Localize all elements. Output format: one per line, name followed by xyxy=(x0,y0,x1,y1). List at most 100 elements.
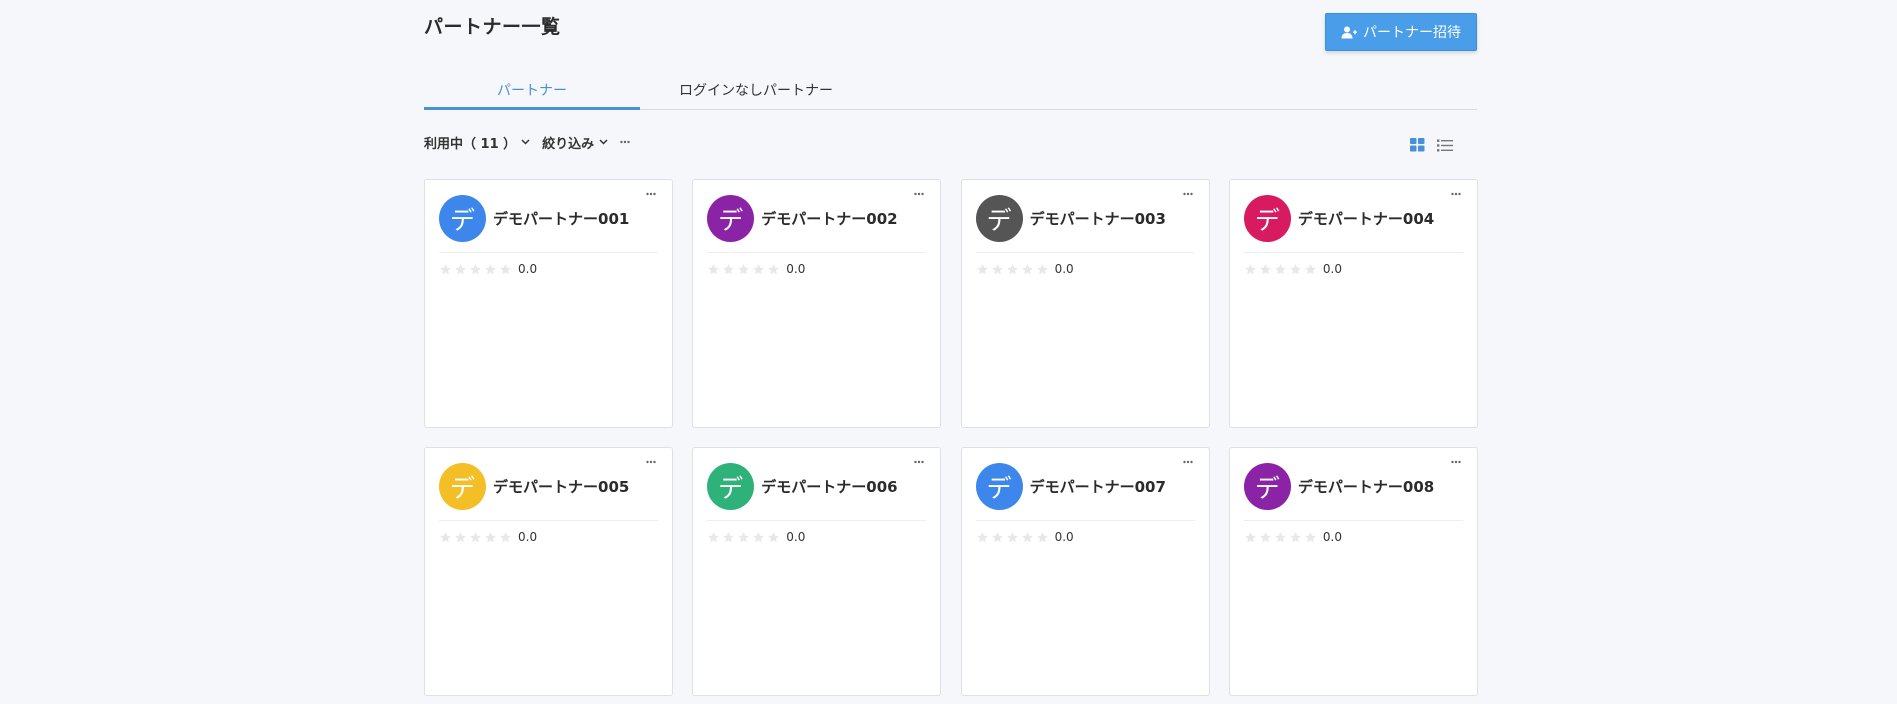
star-icon xyxy=(1021,531,1034,544)
partner-name[interactable]: デモパートナー001 xyxy=(493,208,629,229)
star-icon xyxy=(1006,263,1019,276)
avatar: デ xyxy=(1243,463,1291,510)
partner-name[interactable]: デモパートナー005 xyxy=(493,476,629,497)
invite-partner-button[interactable]: パートナー招待 xyxy=(1325,13,1477,51)
avatar: デ xyxy=(1243,195,1291,242)
filter-more-button[interactable] xyxy=(620,140,630,144)
star-icon xyxy=(454,263,467,276)
star-icon xyxy=(1244,263,1257,276)
avatar: デ xyxy=(707,195,755,242)
star-icon xyxy=(976,263,989,276)
star-icon xyxy=(976,531,989,544)
partner-name[interactable]: デモパートナー007 xyxy=(1030,476,1166,497)
status-filter-label: 利用中（ 11 ） xyxy=(424,136,517,152)
rating-value: 0.0 xyxy=(518,530,538,544)
star-icon xyxy=(722,531,735,544)
rating: 0.0 xyxy=(1244,262,1342,276)
rating-value: 0.0 xyxy=(518,262,538,276)
star-icon xyxy=(454,531,467,544)
partner-card[interactable]: デ デモパートナー002 0.0 xyxy=(692,179,942,428)
star-icon xyxy=(1036,531,1049,544)
partner-card-grid: デ デモパートナー001 0.0 デ デモパートナー002 0.0 デ デモパー… xyxy=(424,179,1478,696)
rating-value: 0.0 xyxy=(786,530,806,544)
star-icon xyxy=(737,263,750,276)
partner-card[interactable]: デ デモパートナー004 0.0 xyxy=(1228,179,1478,428)
star-icon xyxy=(439,263,452,276)
star-icon xyxy=(484,263,497,276)
card-divider xyxy=(975,520,1195,521)
star-icon xyxy=(752,263,765,276)
partner-name[interactable]: デモパートナー004 xyxy=(1298,208,1434,229)
card-divider xyxy=(439,520,658,521)
partner-card[interactable]: デ デモパートナー003 0.0 xyxy=(960,179,1210,428)
card-menu-button[interactable] xyxy=(1182,460,1193,464)
invite-partner-label: パートナー招待 xyxy=(1363,25,1461,41)
rating-value: 0.0 xyxy=(1054,530,1074,544)
list-view-icon[interactable] xyxy=(1437,139,1453,152)
partner-card[interactable]: デ デモパートナー008 0.0 xyxy=(1228,447,1478,696)
view-toggle xyxy=(1398,138,1453,152)
star-icon xyxy=(1006,531,1019,544)
star-icon xyxy=(499,531,512,544)
star-icon xyxy=(1274,263,1287,276)
rating: 0.0 xyxy=(976,530,1074,544)
card-divider xyxy=(439,252,658,253)
refine-filter-label: 絞り込み xyxy=(542,136,595,152)
partner-name[interactable]: デモパートナー008 xyxy=(1298,476,1434,497)
star-icon xyxy=(991,263,1004,276)
rating: 0.0 xyxy=(439,262,537,276)
star-icon xyxy=(1036,263,1049,276)
grid-view-icon[interactable] xyxy=(1410,138,1425,152)
partner-card[interactable]: デ デモパートナー006 0.0 xyxy=(692,447,942,696)
rating: 0.0 xyxy=(707,530,805,544)
card-menu-button[interactable] xyxy=(646,460,656,464)
partner-name[interactable]: デモパートナー002 xyxy=(761,208,897,229)
card-menu-button[interactable] xyxy=(914,460,924,464)
rating-value: 0.0 xyxy=(1322,530,1342,544)
star-rating xyxy=(976,263,1051,276)
star-icon xyxy=(469,263,482,276)
filter-bar: 利用中（ 11 ） 絞り込み xyxy=(424,131,630,153)
star-icon xyxy=(752,531,765,544)
star-icon xyxy=(1259,263,1272,276)
partner-card[interactable]: デ デモパートナー001 0.0 xyxy=(424,179,673,428)
rating: 0.0 xyxy=(439,530,537,544)
avatar: デ xyxy=(975,463,1023,510)
star-rating xyxy=(707,263,782,276)
refine-filter-dropdown[interactable]: 絞り込み xyxy=(542,133,608,152)
rating-value: 0.0 xyxy=(1054,262,1074,276)
tab-bar: パートナー ログインなしパートナー xyxy=(424,72,1477,110)
star-rating xyxy=(439,263,514,276)
star-icon xyxy=(1289,263,1302,276)
status-filter-dropdown[interactable]: 利用中（ 11 ） xyxy=(424,133,530,152)
tab-no-login-partners[interactable]: ログインなしパートナー xyxy=(648,72,864,108)
star-icon xyxy=(1304,531,1317,544)
star-rating xyxy=(1244,263,1319,276)
star-icon xyxy=(439,531,452,544)
partner-name[interactable]: デモパートナー003 xyxy=(1030,208,1166,229)
partner-name[interactable]: デモパートナー006 xyxy=(761,476,897,497)
card-menu-button[interactable] xyxy=(1451,460,1461,464)
card-divider xyxy=(1243,520,1463,521)
main-content: パートナー一覧 パートナー招待 パートナー ログインなしパートナー 利用中（ 1… xyxy=(424,0,1478,704)
star-icon xyxy=(767,531,780,544)
card-menu-button[interactable] xyxy=(1182,192,1193,196)
card-menu-button[interactable] xyxy=(914,192,924,196)
card-divider xyxy=(707,252,927,253)
rating-value: 0.0 xyxy=(786,262,806,276)
partner-card[interactable]: デ デモパートナー007 0.0 xyxy=(960,447,1210,696)
chevron-down-icon xyxy=(599,139,608,145)
avatar: デ xyxy=(439,463,486,510)
card-menu-button[interactable] xyxy=(1451,192,1461,196)
star-icon xyxy=(1304,263,1317,276)
tab-partners[interactable]: パートナー xyxy=(424,72,640,110)
add-user-icon xyxy=(1341,26,1357,39)
rating-value: 0.0 xyxy=(1322,262,1342,276)
card-divider xyxy=(1243,252,1463,253)
partner-card[interactable]: デ デモパートナー005 0.0 xyxy=(424,447,673,696)
card-menu-button[interactable] xyxy=(646,192,656,196)
rating: 0.0 xyxy=(707,262,805,276)
star-icon xyxy=(707,531,720,544)
rating: 0.0 xyxy=(976,262,1074,276)
avatar: デ xyxy=(975,195,1023,242)
